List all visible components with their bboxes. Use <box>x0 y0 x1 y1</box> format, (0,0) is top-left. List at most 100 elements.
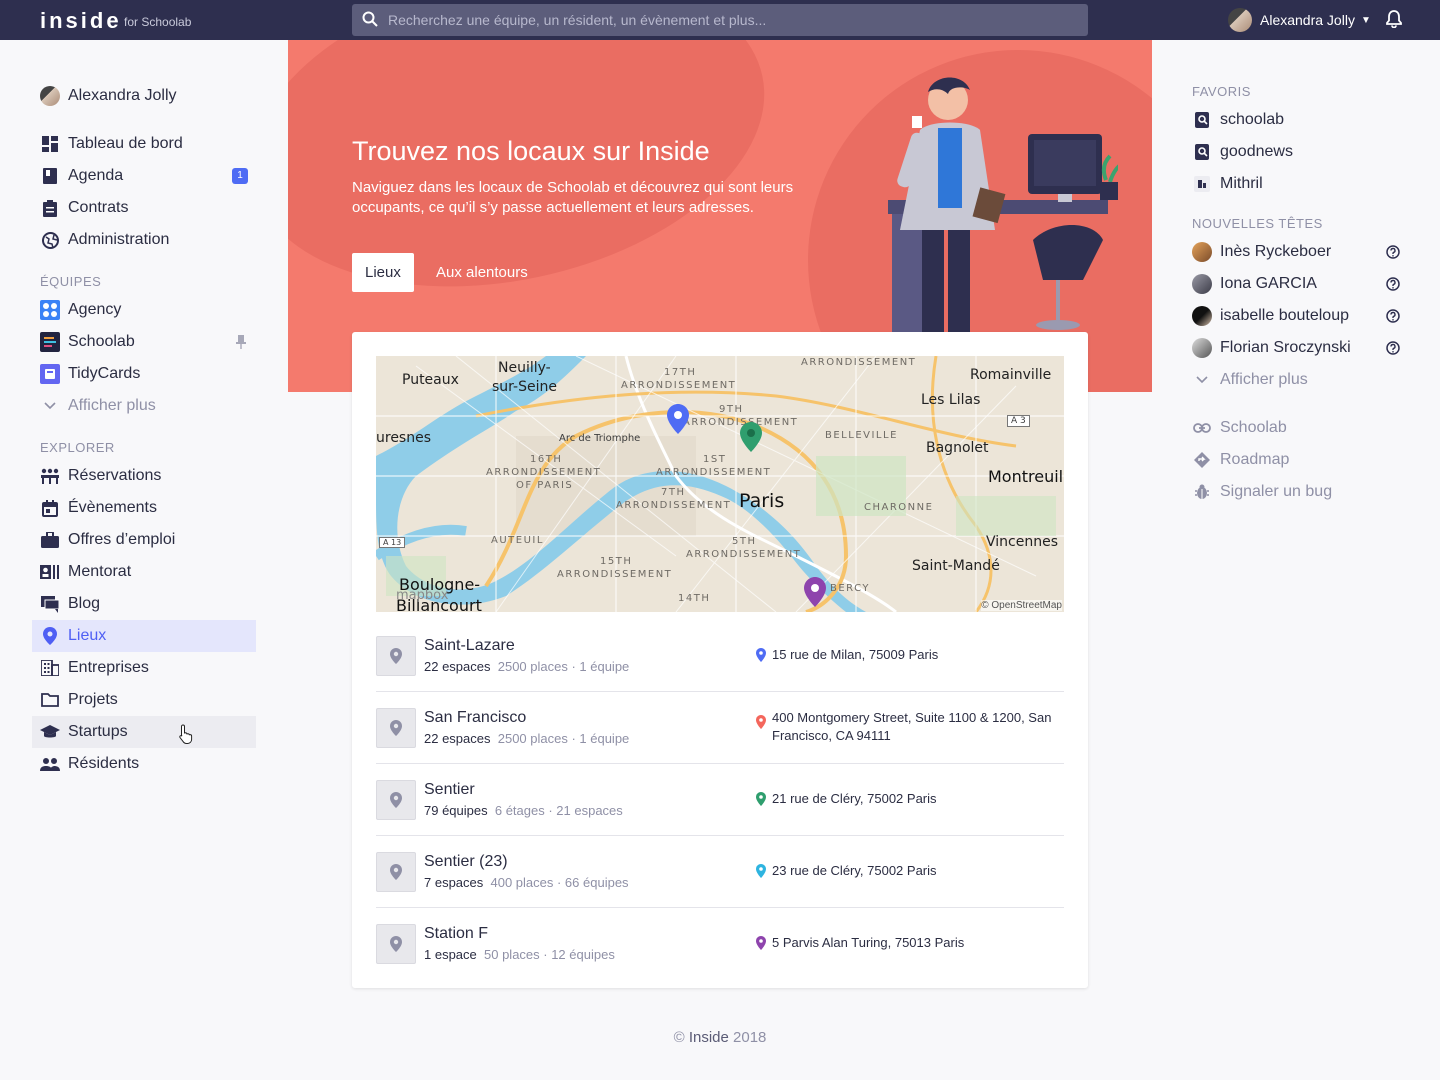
list-item[interactable]: San Francisco 22 espaces 2500 places · 1… <box>376 692 1064 764</box>
list-item[interactable]: Sentier 79 équipes 6 étages · 21 espaces… <box>376 764 1064 836</box>
new-person-item[interactable]: Inès Ryckeboer <box>1184 236 1408 268</box>
map[interactable]: Puteaux Neuilly- sur-Seine 17TH ARRONDIS… <box>376 356 1064 612</box>
sidebar-item-residents[interactable]: Résidents <box>32 748 256 780</box>
avatar <box>1228 8 1252 32</box>
search-input[interactable] <box>388 4 1078 36</box>
sidebar-item-blog[interactable]: Blog <box>32 588 256 620</box>
sidebar-item-label: Résidents <box>68 755 140 772</box>
list-item[interactable]: Station F 1 espace 50 places · 12 équipe… <box>376 908 1064 980</box>
sidebar-item-contrats[interactable]: Contrats <box>32 192 256 224</box>
map-label: 9TH <box>719 404 744 415</box>
list-item[interactable]: Sentier (23) 7 espaces 400 places · 66 é… <box>376 836 1064 908</box>
sidebar-item-evenements[interactable]: Évènements <box>32 492 256 524</box>
sidebar-item-administration[interactable]: Administration <box>32 224 256 256</box>
sidebar-item-agenda[interactable]: Agenda 1 <box>32 160 256 192</box>
right-sidebar: FAVORIS schoolab goodnews Mithril NOUVEL… <box>1184 80 1408 508</box>
people-icon <box>40 754 60 774</box>
map-label: ARRONDISSEMENT <box>616 500 732 511</box>
favorite-goodnews[interactable]: goodnews <box>1184 136 1408 168</box>
new-person-item[interactable]: Florian Sroczynski <box>1184 332 1408 364</box>
avatar <box>40 86 60 106</box>
sidebar-item-lieux[interactable]: Lieux <box>32 620 256 652</box>
map-marker-saint-lazare[interactable] <box>667 404 689 434</box>
sidebar-item-startups[interactable]: Startups <box>32 716 256 748</box>
sidebar-item-schoolab[interactable]: Schoolab <box>32 326 256 358</box>
tab-lieux[interactable]: Lieux <box>352 253 414 292</box>
place-name[interactable]: Saint-Lazare <box>424 637 515 655</box>
new-people-show-more[interactable]: Afficher plus <box>1184 364 1408 396</box>
map-label: ARRONDISSEMENT <box>621 380 737 391</box>
search-doc-icon <box>1192 142 1212 162</box>
place-count: 7 espaces <box>424 875 484 890</box>
map-label: ARRONDISSEMENT <box>801 357 917 368</box>
sidebar-item-dashboard[interactable]: Tableau de bord <box>32 128 256 160</box>
help-icon[interactable] <box>1386 341 1400 360</box>
map-marker-sentier[interactable] <box>740 422 762 452</box>
person-name: isabelle bouteloup <box>1220 307 1349 324</box>
bell-icon[interactable] <box>1386 10 1402 33</box>
map-marker-station-f[interactable] <box>804 577 826 607</box>
schoolab-logo-icon <box>40 332 60 352</box>
place-address[interactable]: 400 Montgomery Street, Suite 1100 & 1200… <box>756 709 1061 745</box>
person-name: Florian Sroczynski <box>1220 339 1351 356</box>
sidebar-item-label: Tableau de bord <box>68 135 183 152</box>
place-thumbnail <box>376 852 416 892</box>
map-label: A 3 <box>1007 415 1030 427</box>
footer-brand[interactable]: Inside <box>689 1029 729 1046</box>
link-schoolab[interactable]: Schoolab <box>1184 412 1408 444</box>
sidebar-item-label: Entreprises <box>68 659 149 676</box>
avatar <box>1192 242 1212 262</box>
map-label: Puteaux <box>402 372 459 388</box>
sidebar-item-mentorat[interactable]: Mentorat <box>32 556 256 588</box>
building-icon <box>40 658 60 678</box>
mapbox-logo[interactable]: mapbox <box>396 588 448 603</box>
sidebar-item-offres[interactable]: Offres d’emploi <box>32 524 256 556</box>
map-label: AUTEUIL <box>491 535 544 546</box>
teams-show-more[interactable]: Afficher plus <box>32 390 256 422</box>
favorite-mithril[interactable]: Mithril <box>1184 168 1408 200</box>
link-report-bug[interactable]: Signaler un bug <box>1184 476 1408 508</box>
map-label: uresnes <box>376 430 432 446</box>
clipboard-icon <box>40 198 60 218</box>
person-name: Inès Ryckeboer <box>1220 243 1332 260</box>
sidebar-item-agency[interactable]: Agency <box>32 294 256 326</box>
place-name[interactable]: San Francisco <box>424 709 526 727</box>
footer-year: 2018 <box>733 1029 767 1046</box>
new-people-title: NOUVELLES TÊTES <box>1192 216 1323 231</box>
favorite-label: Mithril <box>1220 175 1263 192</box>
sidebar-item-entreprises[interactable]: Entreprises <box>32 652 256 684</box>
link-roadmap[interactable]: Roadmap <box>1184 444 1408 476</box>
place-address-text: 23 rue de Cléry, 75002 Paris <box>772 863 937 878</box>
pin-icon[interactable] <box>236 335 246 354</box>
new-person-item[interactable]: Iona GARCIA <box>1184 268 1408 300</box>
place-name[interactable]: Sentier (23) <box>424 853 508 871</box>
help-icon[interactable] <box>1386 309 1400 328</box>
new-person-item[interactable]: isabelle bouteloup <box>1184 300 1408 332</box>
favorite-schoolab[interactable]: schoolab <box>1184 104 1408 136</box>
map-label: 14TH <box>678 593 711 604</box>
place-address[interactable]: 23 rue de Cléry, 75002 Paris <box>756 862 1061 880</box>
sidebar-item-reservations[interactable]: Réservations <box>32 460 256 492</box>
place-address[interactable]: 21 rue de Cléry, 75002 Paris <box>756 790 1061 808</box>
place-address[interactable]: 5 Parvis Alan Turing, 75013 Paris <box>756 934 1061 952</box>
sidebar-item-tidycards[interactable]: TidyCards <box>32 358 256 390</box>
tab-aux-alentours[interactable]: Aux alentours <box>423 253 541 292</box>
sidebar-item-projets[interactable]: Projets <box>32 684 256 716</box>
bug-icon <box>1192 482 1212 502</box>
inside-logo[interactable]: inside <box>40 8 122 34</box>
calendar-icon <box>40 166 60 186</box>
location-pin-icon <box>756 648 766 662</box>
help-icon[interactable] <box>1386 277 1400 296</box>
help-icon[interactable] <box>1386 245 1400 264</box>
user-menu[interactable]: Alexandra Jolly ▼ <box>1228 8 1371 32</box>
map-attribution[interactable]: © OpenStreetMap <box>981 600 1062 611</box>
list-item[interactable]: Saint-Lazare 22 espaces 2500 places · 1 … <box>376 620 1064 692</box>
place-name[interactable]: Station F <box>424 925 488 943</box>
place-name[interactable]: Sentier <box>424 781 475 799</box>
map-label: Saint-Mandé <box>912 558 1000 574</box>
globe-icon <box>40 230 60 250</box>
place-address[interactable]: 15 rue de Milan, 75009 Paris <box>756 646 1061 664</box>
sidebar-user[interactable]: Alexandra Jolly <box>32 80 256 112</box>
sidebar-item-label: Blog <box>68 595 101 612</box>
search-bar[interactable] <box>352 4 1088 36</box>
